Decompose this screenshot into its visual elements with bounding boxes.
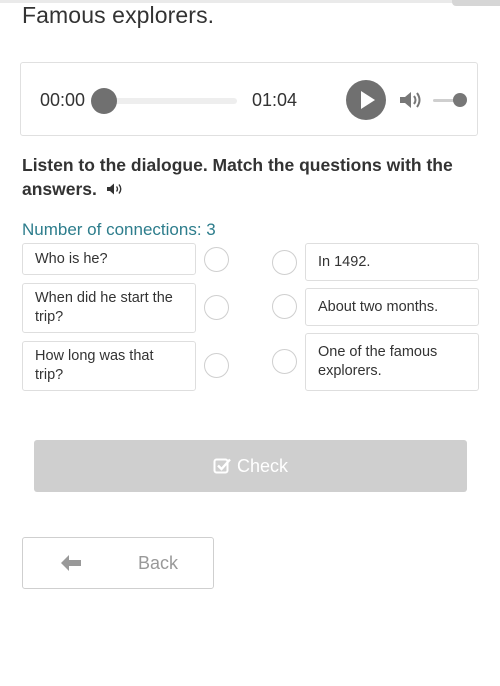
back-button[interactable]: Back [22, 537, 214, 589]
volume-icon[interactable] [398, 89, 424, 111]
checkbox-check-icon [213, 458, 231, 474]
answer-item[interactable]: One of the famous explorers. [305, 333, 479, 391]
answer-text: In 1492. [318, 253, 371, 270]
question-item[interactable]: Who is he? [22, 243, 196, 275]
question-text: When did he start the trip? [35, 290, 173, 325]
audio-player: 00:00 01:04 [20, 62, 478, 136]
current-time: 00:00 [40, 90, 86, 110]
answer-item[interactable]: About two months. [305, 288, 479, 326]
instruction-text: Listen to the dialogue. Match the questi… [22, 155, 453, 199]
speaker-icon[interactable] [106, 182, 124, 196]
play-icon [361, 91, 375, 109]
progress-track[interactable] [111, 98, 237, 104]
progress-knob[interactable] [91, 88, 117, 114]
answer-text: One of the famous explorers. [318, 344, 438, 379]
answer-text: About two months. [318, 298, 439, 315]
instruction: Listen to the dialogue. Match the questi… [22, 153, 462, 201]
page-title: Famous explorers. [22, 2, 215, 28]
question-connector[interactable] [204, 353, 229, 378]
arrow-left-icon [61, 555, 81, 571]
question-item[interactable]: How long was that trip? [22, 341, 196, 391]
play-button[interactable] [346, 80, 386, 120]
top-right-tab [452, 0, 500, 6]
check-button[interactable]: Check [34, 440, 467, 492]
volume-knob[interactable] [453, 93, 467, 107]
question-text: How long was that trip? [35, 348, 154, 383]
answer-connector[interactable] [272, 349, 297, 374]
question-connector[interactable] [204, 295, 229, 320]
answer-connector[interactable] [272, 294, 297, 319]
answer-connector[interactable] [272, 250, 297, 275]
question-text: Who is he? [35, 250, 108, 267]
connections-counter: Number of connections: 3 [22, 220, 216, 239]
answer-item[interactable]: In 1492. [305, 243, 479, 281]
back-label: Back [138, 553, 179, 573]
question-connector[interactable] [204, 247, 229, 272]
check-label: Check [236, 455, 289, 476]
total-time: 01:04 [252, 90, 298, 110]
question-item[interactable]: When did he start the trip? [22, 283, 196, 333]
